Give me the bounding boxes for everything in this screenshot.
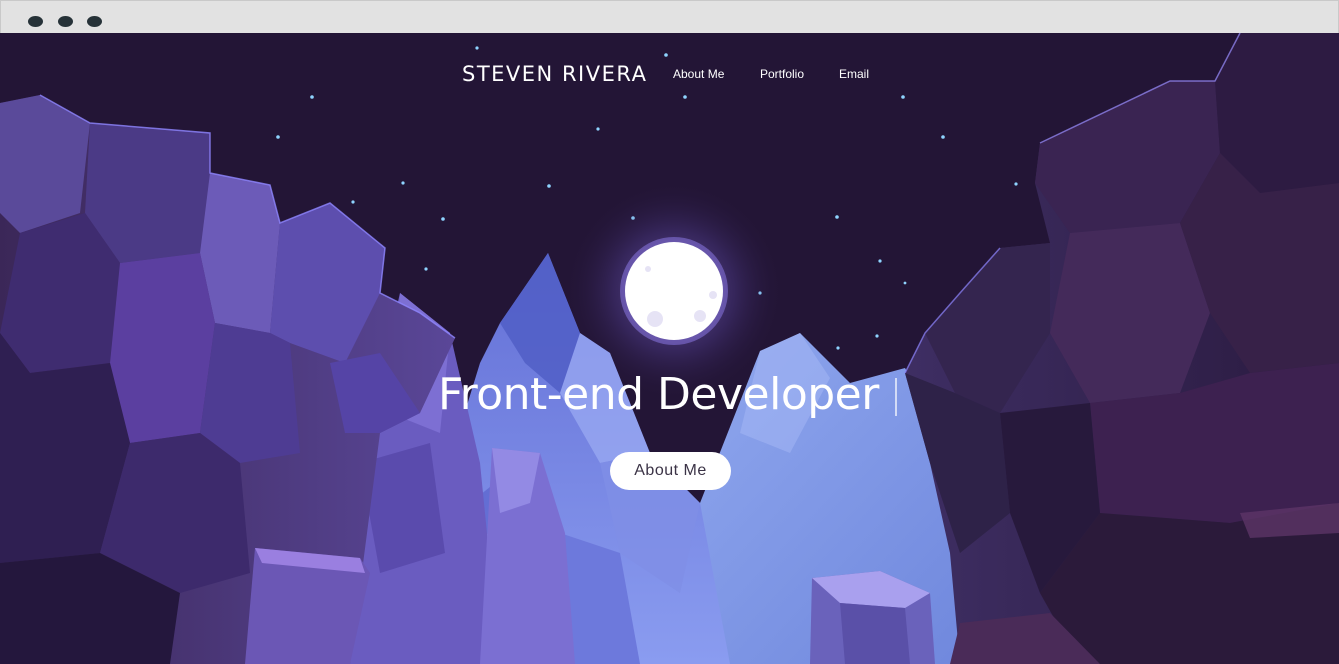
moon (625, 242, 723, 340)
nav-link-about-me[interactable]: About Me (673, 66, 724, 82)
browser-title-bar (0, 0, 1339, 34)
top-navigation: STEVEN RIVERA About Me Portfolio Email (0, 61, 1339, 91)
nav-link-email[interactable]: Email (839, 66, 869, 82)
window-maximize-dot[interactable] (87, 16, 102, 27)
hero-illustration (0, 33, 1339, 664)
about-me-button[interactable]: About Me (610, 452, 731, 490)
nav-link-portfolio[interactable]: Portfolio (760, 66, 804, 82)
typing-cursor (895, 378, 897, 416)
hero-title: Front-end Developer (438, 369, 879, 420)
site-brand[interactable]: STEVEN RIVERA (462, 61, 647, 87)
browser-window: STEVEN RIVERA About Me Portfolio Email F… (0, 0, 1339, 664)
page-viewport: STEVEN RIVERA About Me Portfolio Email F… (0, 33, 1339, 664)
window-close-dot[interactable] (28, 16, 43, 27)
window-minimize-dot[interactable] (58, 16, 73, 27)
